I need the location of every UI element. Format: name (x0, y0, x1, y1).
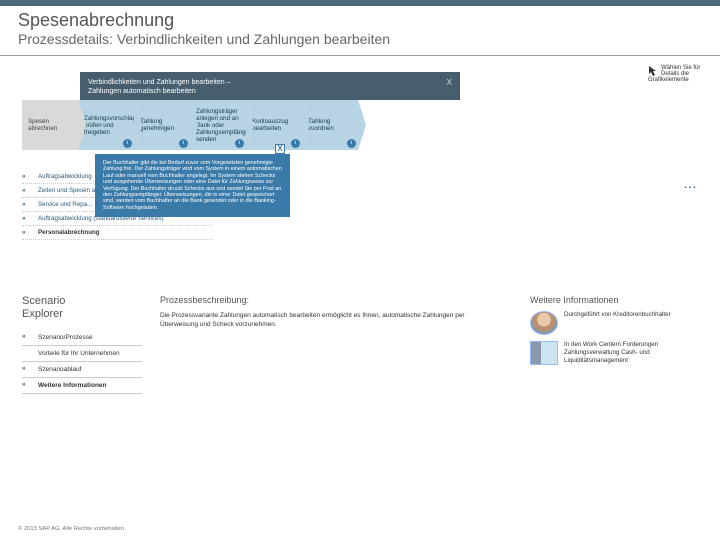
chevron-double-icon: » (22, 381, 24, 388)
chevron-double-icon: » (22, 201, 23, 208)
avatar (530, 311, 558, 335)
info-icon[interactable]: i (347, 139, 356, 148)
hint-text: Wählen Sie für Details die Grafikelement… (648, 65, 708, 83)
further-heading: Weitere Informationen (530, 295, 700, 305)
step-label: Zahlung genehmigen (140, 118, 184, 132)
further-text: In den Work Centern Forderungen Zahlungs… (564, 341, 700, 365)
list-item-selected[interactable]: » Personalabrechnung (22, 226, 212, 240)
step-tooltip: X Der Buchhalter gibt die bei Bedarf zuv… (95, 154, 290, 217)
step-review-proposal[interactable]: Zahlungsvorschlag prüfen und freigeben i (78, 100, 134, 150)
description-text: Die Prozessvariante Zahlungen automatisc… (160, 311, 490, 329)
step-label: Zahlungsvorschlag prüfen und freigeben (84, 115, 136, 136)
step-create-medium[interactable]: Zahlungsträger anlegen und an Bank oder … (190, 100, 246, 150)
flow-title-line1: Verbindlichkeiten und Zahlungen bearbeit… (88, 79, 230, 86)
further-info-block: Weitere Informationen Durchgeführt von K… (530, 295, 700, 365)
nav-item-flow[interactable]: » Szenarioablauf (22, 362, 142, 378)
info-icon[interactable]: i (291, 139, 300, 148)
process-description: Prozessbeschreibung: Die Prozessvariante… (160, 295, 490, 329)
list-item-label: Personalabrechnung (38, 229, 100, 236)
nav-item-label: Vorteile für Ihr Unternehmen (38, 350, 120, 357)
further-row-workcenter: In den Work Centern Forderungen Zahlungs… (530, 341, 700, 365)
description-heading: Prozessbeschreibung: (160, 295, 490, 305)
step-approve-payment[interactable]: Zahlung genehmigen i (134, 100, 190, 150)
chevron-double-icon: » (22, 229, 23, 236)
chevron-double-icon: » (22, 215, 23, 222)
nav-item-label: Weitere Informationen (38, 382, 107, 389)
tooltip-close-button[interactable]: X (275, 144, 285, 154)
chevron-double-icon: » (22, 173, 23, 180)
list-item-label: Auftragsabwicklung (38, 173, 92, 180)
flow-header-panel: Verbindlichkeiten und Zahlungen bearbeit… (80, 72, 460, 100)
nav-item-label: Szenarioablauf (38, 366, 81, 373)
info-icon[interactable]: i (235, 139, 244, 148)
nav-item-further[interactable]: » Weitere Informationen (22, 378, 142, 394)
info-icon[interactable]: i (179, 139, 188, 148)
step-label: Zahlungsträger anlegen und an Bank oder … (196, 108, 251, 143)
step-label: Zahlung zuordnen (308, 118, 352, 132)
page-subtitle: Prozessdetails: Verbindlichkeiten und Za… (0, 31, 720, 56)
more-ellipsis[interactable]: … (683, 175, 698, 191)
nav-item-label: Szenario/Prozesse (38, 334, 93, 341)
flow-title-line2: Zahlungen automatisch bearbeiten (88, 88, 196, 95)
chevron-double-icon: » (22, 187, 23, 194)
step-expense-report[interactable]: Spesen abrechnen (22, 100, 78, 150)
left-nav: » Szenario/Prozesse Vorteile für Ihr Unte… (22, 330, 142, 394)
flow-close-button[interactable]: X (447, 78, 452, 87)
chevron-double-icon: » (22, 365, 24, 372)
nav-item-scenario[interactable]: » Szenario/Prozesse (22, 330, 142, 346)
further-text: Durchgeführt von Kreditorenbuchhalter (564, 311, 671, 335)
step-assign-payment[interactable]: Zahlung zuordnen i (302, 100, 358, 150)
list-item-label: Service und Repa... (38, 201, 92, 208)
chevron-double-icon: » (22, 333, 24, 340)
page-title: Spesenabrechnung (0, 6, 720, 31)
info-icon[interactable]: i (123, 139, 132, 148)
pointer-icon (648, 65, 658, 77)
copyright-text: © 2013 SAP AG. Alle Rechte vorbehalten. (18, 526, 126, 532)
nav-item-benefits[interactable]: Vorteile für Ihr Unternehmen (22, 346, 142, 362)
further-row-performer: Durchgeführt von Kreditorenbuchhalter (530, 311, 700, 335)
tooltip-text: Der Buchhalter gibt die bei Bedarf zuvor… (103, 160, 282, 211)
process-flow-row: Spesen abrechnen Zahlungsvorschlag prüfe… (22, 100, 358, 150)
step-label: Kontoauszug bearbeiten (252, 118, 296, 132)
scenario-explorer-heading: Scenario Explorer (22, 295, 65, 321)
step-bank-statement[interactable]: Kontoauszug bearbeiten i (246, 100, 302, 150)
workcenter-thumb (530, 341, 558, 365)
step-label: Spesen abrechnen (28, 118, 72, 132)
